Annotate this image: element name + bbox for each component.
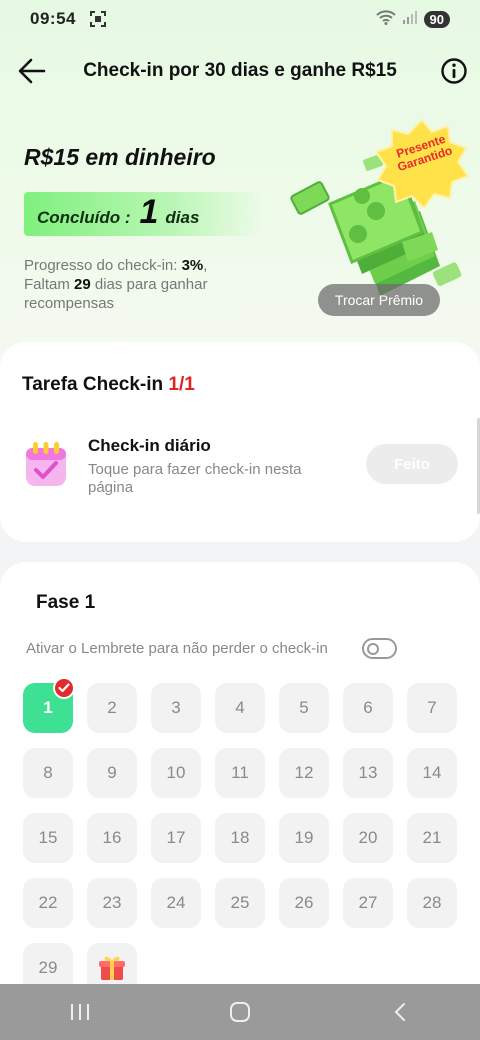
wifi-icon (375, 9, 396, 30)
day-cell[interactable]: 5 (279, 683, 329, 733)
chevron-left-icon (394, 1003, 405, 1021)
completed-label: Concluído : (37, 208, 131, 227)
completed-days-banner: Concluído : 1 dias (24, 192, 264, 236)
task-name: Check-in diário (88, 436, 211, 455)
task-done-button[interactable]: Feito (366, 444, 458, 484)
day-cell[interactable]: 9 (87, 748, 137, 798)
day-cell[interactable]: 25 (215, 878, 265, 928)
day-cell[interactable]: 17 (151, 813, 201, 863)
task-section-title: Tarefa Check-in 1/1 (22, 374, 195, 396)
status-bar: 09:54 90 (0, 0, 480, 38)
system-nav-bar (0, 984, 480, 1040)
day-cell[interactable]: 24 (151, 878, 201, 928)
day-cell[interactable]: 13 (343, 748, 393, 798)
day-cell[interactable]: 15 (23, 813, 73, 863)
day-cell[interactable]: 12 (279, 748, 329, 798)
reminder-label: Ativar o Lembrete para não perder o chec… (26, 640, 328, 657)
day-cell[interactable]: 7 (407, 683, 457, 733)
completed-count: 1 (139, 193, 159, 231)
toggle-knob (367, 642, 379, 655)
battery-indicator: 90 (423, 10, 450, 28)
day-cell[interactable]: 20 (343, 813, 393, 863)
phase-card: Fase 1 Ativar o Lembrete para não perder… (0, 562, 480, 993)
gift-icon (99, 956, 125, 980)
trade-prize-button[interactable]: Trocar Prêmio (318, 284, 440, 316)
app-header: Check-in por 30 dias e ganhe R$15 (0, 48, 480, 94)
day-cell[interactable]: 28 (407, 878, 457, 928)
day-cell[interactable]: 22 (23, 878, 73, 928)
info-icon (441, 58, 467, 84)
progress-prefix: Progresso do check-in: (24, 257, 182, 274)
info-button[interactable] (440, 57, 468, 85)
reward-amount: R$15 em dinheiro (24, 144, 216, 170)
task-count: 1/1 (168, 374, 195, 395)
day-cell[interactable]: 6 (343, 683, 393, 733)
day-cell[interactable]: 8 (23, 748, 73, 798)
home-button[interactable] (210, 992, 270, 1032)
progress-text: Progresso do check-in: 3%, Faltam 29 dia… (24, 256, 274, 313)
day-cell[interactable]: 4 (215, 683, 265, 733)
task-card: Tarefa Check-in 1/1 Check-in diário Toqu… (0, 342, 480, 542)
phase-title: Fase 1 (36, 592, 96, 613)
signal-icon (402, 9, 418, 30)
progress-percent: 3% (181, 257, 204, 274)
reminder-toggle[interactable] (362, 638, 397, 659)
day-cell[interactable]: 3 (151, 683, 201, 733)
day-cell[interactable]: 2 (87, 683, 137, 733)
home-icon (230, 1002, 250, 1022)
day-cell[interactable]: 18 (215, 813, 265, 863)
remaining-days: 29 (74, 276, 91, 293)
screenshot-icon (89, 11, 106, 27)
recent-apps-button[interactable] (50, 992, 110, 1032)
day-cell[interactable]: 23 (87, 878, 137, 928)
day-cell[interactable]: 19 (279, 813, 329, 863)
day-cell[interactable]: 27 (343, 878, 393, 928)
status-time: 09:54 (30, 9, 76, 28)
day-cell[interactable]: 21 (407, 813, 457, 863)
day-cell[interactable]: 10 (151, 748, 201, 798)
back-nav-button[interactable] (370, 992, 430, 1032)
recent-apps-icon (71, 1004, 89, 1020)
page-title: Check-in por 30 dias e ganhe R$15 (83, 60, 397, 81)
task-title-text: Tarefa Check-in (22, 374, 169, 395)
day-cell[interactable]: 16 (87, 813, 137, 863)
calendar-check-icon (26, 442, 66, 486)
day-cell[interactable]: 11 (215, 748, 265, 798)
task-description: Toque para fazer check-in nesta página (88, 461, 302, 496)
day-cell[interactable]: 26 (279, 878, 329, 928)
completed-unit: dias (165, 208, 200, 227)
day-cell[interactable]: 14 (407, 748, 457, 798)
checked-icon (53, 677, 75, 699)
